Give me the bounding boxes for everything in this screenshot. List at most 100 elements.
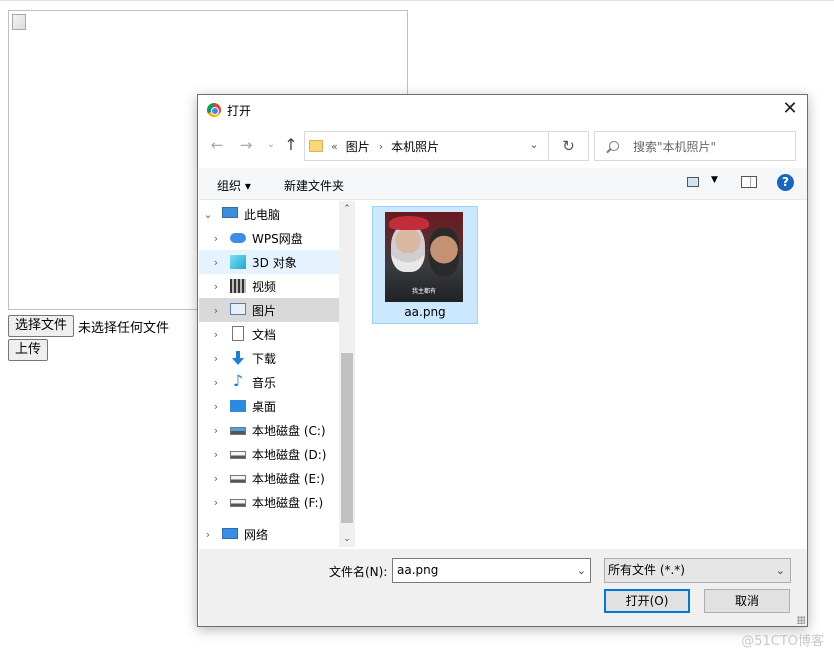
file-list: 我主都有 aa.png <box>356 201 807 549</box>
navigation-tree: ⌄ 此电脑 › WPS网盘 › 3D 对象 › 视频 › 图片 › 文档 › 下… <box>199 201 339 549</box>
tree-item-drive-d[interactable]: › 本地磁盘 (D:) <box>199 442 339 466</box>
forward-arrow-icon[interactable]: → <box>237 136 255 154</box>
filename-dropdown-icon[interactable]: ⌄ <box>577 559 586 582</box>
tree-item-music[interactable]: › ♪ 音乐 <box>199 370 339 394</box>
collapse-chevron-icon[interactable]: ⌄ <box>203 208 213 221</box>
help-icon[interactable]: ? <box>777 174 794 191</box>
video-icon <box>230 279 246 293</box>
tree-item-label: WPS网盘 <box>252 231 303 246</box>
close-button[interactable]: ✕ <box>779 99 801 121</box>
expand-chevron-icon[interactable]: › <box>211 352 221 365</box>
open-button[interactable]: 打开(O) <box>604 589 690 613</box>
breadcrumb-overflow-icon[interactable]: « <box>331 140 338 153</box>
tree-item-downloads[interactable]: › 下载 <box>199 346 339 370</box>
drive-icon <box>230 499 246 507</box>
expand-chevron-icon[interactable]: › <box>211 304 221 317</box>
thumbnail-person-left <box>391 224 425 272</box>
tree-item-label: 桌面 <box>252 399 277 414</box>
tree-item-drive-c[interactable]: › 本地磁盘 (C:) <box>199 418 339 442</box>
refresh-icon[interactable]: ↻ <box>548 132 588 160</box>
tree-scrollbar[interactable]: ⌃ ⌄ <box>339 201 355 547</box>
address-bar[interactable]: « 图片 › 本机照片 ⌄ ↻ <box>304 131 589 161</box>
no-file-text: 未选择任何文件 <box>78 320 170 336</box>
browser-page: 选择文件 未选择任何文件 上传 打开 ✕ ← → ⌄ ↑ « 图片 › 本机照片… <box>0 0 834 657</box>
file-item[interactable]: 我主都有 aa.png <box>372 206 478 324</box>
image-thumbnail: 我主都有 <box>385 212 463 302</box>
computer-icon <box>222 207 238 218</box>
expand-chevron-icon[interactable]: › <box>211 280 221 293</box>
folder-icon <box>309 140 323 152</box>
new-folder-button[interactable]: 新建文件夹 <box>284 177 344 194</box>
back-arrow-icon[interactable]: ← <box>208 136 226 154</box>
expand-chevron-icon[interactable]: › <box>211 448 221 461</box>
system-drive-icon <box>230 427 246 435</box>
view-mode-icon[interactable] <box>687 177 699 187</box>
watermark: @51CTO博客 <box>741 634 824 649</box>
expand-chevron-icon[interactable]: › <box>211 328 221 341</box>
scroll-up-icon[interactable]: ⌃ <box>339 201 355 217</box>
filename-input[interactable]: aa.png ⌄ <box>392 558 591 583</box>
choose-file-button[interactable]: 选择文件 <box>8 315 75 337</box>
view-dropdown-icon[interactable]: ▼ <box>711 175 718 185</box>
tree-item-label: 图片 <box>252 303 277 318</box>
breadcrumb-separator-icon[interactable]: › <box>379 140 383 153</box>
filetype-value: 所有文件 (*.*) <box>608 563 685 577</box>
tree-item-label: 音乐 <box>252 375 277 390</box>
expand-chevron-icon[interactable]: › <box>211 232 221 245</box>
search-box[interactable]: 搜索"本机照片" <box>594 131 796 161</box>
upload-row: 上传 <box>8 339 49 361</box>
filetype-select[interactable]: 所有文件 (*.*) ⌄ <box>604 558 791 583</box>
top-divider <box>0 0 834 1</box>
tree-item-documents[interactable]: › 文档 <box>199 322 339 346</box>
thumbnail-hat <box>389 216 429 230</box>
tree-item-videos[interactable]: › 视频 <box>199 274 339 298</box>
dialog-titlebar[interactable]: 打开 ✕ <box>198 95 807 125</box>
tree-item-label: 本地磁盘 (D:) <box>252 447 327 462</box>
tree-item-label: 下载 <box>252 351 277 366</box>
tree-item-desktop[interactable]: › 桌面 <box>199 394 339 418</box>
up-arrow-icon[interactable]: ↑ <box>282 136 300 154</box>
pictures-icon <box>230 303 246 315</box>
breadcrumb-local-photos[interactable]: 本机照片 <box>391 138 439 155</box>
thumbnail-subtitle: 我主都有 <box>411 288 436 295</box>
dialog-footer: 文件名(N): aa.png ⌄ 所有文件 (*.*) ⌄ 打开(O) 取消 <box>199 549 807 626</box>
expand-chevron-icon[interactable]: › <box>203 528 213 541</box>
expand-chevron-icon[interactable]: › <box>211 424 221 437</box>
3d-objects-icon <box>230 255 246 269</box>
address-dropdown-icon[interactable]: ⌄ <box>527 138 541 151</box>
filetype-dropdown-icon[interactable]: ⌄ <box>776 559 785 582</box>
tree-item-pictures[interactable]: › 图片 <box>199 298 339 322</box>
tree-item-drive-f[interactable]: › 本地磁盘 (F:) <box>199 490 339 514</box>
recent-locations-chevron-icon[interactable]: ⌄ <box>262 136 280 154</box>
download-icon <box>232 351 244 365</box>
tree-item-network[interactable]: › 网络 <box>199 522 339 546</box>
navigation-bar: ← → ⌄ ↑ « 图片 › 本机照片 ⌄ ↻ 搜索"本机照片" <box>198 129 807 163</box>
expand-chevron-icon[interactable]: › <box>211 496 221 509</box>
tree-item-label: 本地磁盘 (C:) <box>252 423 326 438</box>
file-name: aa.png <box>404 305 446 319</box>
tree-item-wps-drive[interactable]: › WPS网盘 <box>199 226 339 250</box>
search-placeholder[interactable]: 搜索"本机照片" <box>633 138 716 155</box>
search-icon <box>609 141 619 151</box>
organize-menu[interactable]: 组织 ▾ <box>217 177 251 194</box>
tree-item-this-pc[interactable]: ⌄ 此电脑 <box>199 202 339 226</box>
expand-chevron-icon[interactable]: › <box>211 376 221 389</box>
expand-chevron-icon[interactable]: › <box>211 400 221 413</box>
preview-pane-icon[interactable] <box>741 176 757 188</box>
scroll-down-icon[interactable]: ⌄ <box>339 531 355 547</box>
cancel-button[interactable]: 取消 <box>704 589 790 613</box>
tree-item-label: 网络 <box>244 527 269 542</box>
tree-item-label: 本地磁盘 (F:) <box>252 495 324 510</box>
tree-item-3d-objects[interactable]: › 3D 对象 <box>199 250 339 274</box>
resize-grip-icon[interactable] <box>797 616 805 624</box>
tree-item-drive-e[interactable]: › 本地磁盘 (E:) <box>199 466 339 490</box>
expand-chevron-icon[interactable]: › <box>211 472 221 485</box>
file-input-row: 选择文件 未选择任何文件 <box>8 315 169 337</box>
tree-item-label: 文档 <box>252 327 277 342</box>
desktop-icon <box>230 400 246 412</box>
upload-button[interactable]: 上传 <box>8 339 49 361</box>
scrollbar-thumb[interactable] <box>341 353 353 523</box>
open-file-dialog: 打开 ✕ ← → ⌄ ↑ « 图片 › 本机照片 ⌄ ↻ 搜索"本机照片" 组织… <box>197 94 808 627</box>
breadcrumb-pictures[interactable]: 图片 <box>346 138 370 155</box>
expand-chevron-icon[interactable]: › <box>211 256 221 269</box>
